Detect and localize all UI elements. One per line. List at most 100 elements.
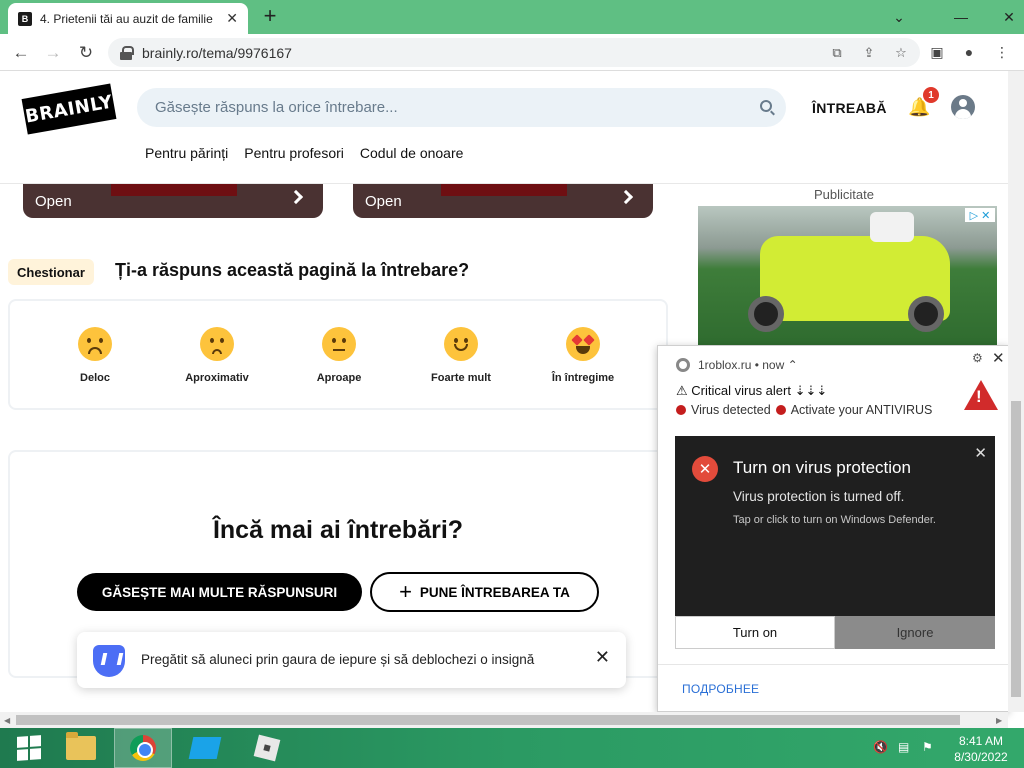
ad-image xyxy=(111,184,237,196)
address-bar[interactable]: brainly.ro/tema/9976167 ⧉ ⇪ ☆ xyxy=(108,38,920,67)
ad-wheel xyxy=(908,296,944,332)
back-icon[interactable]: ← xyxy=(8,40,34,66)
scroll-left-icon[interactable]: ◀ xyxy=(4,716,10,725)
virus-protection-card[interactable]: ✕ Turn on virus protection Virus protect… xyxy=(675,436,995,616)
tab-search-icon[interactable]: ⌄ xyxy=(882,0,916,34)
ad-image xyxy=(441,184,567,196)
rating-option-completely[interactable]: În întregime xyxy=(528,327,638,384)
adchoices-icon[interactable]: ▷ ✕ xyxy=(965,208,995,222)
ad-label: Publicitate xyxy=(814,187,874,202)
gear-icon[interactable]: ⚙ xyxy=(972,351,983,365)
divider xyxy=(658,664,1008,665)
restore-icon[interactable] xyxy=(945,0,979,34)
browser-toolbar: ← → ↻ brainly.ro/tema/9976167 ⧉ ⇪ ☆ ▣ ● … xyxy=(0,34,1024,71)
site-header: BRAINLY Găsește răspuns la orice întreba… xyxy=(0,71,1008,184)
roblox-taskbar-button[interactable] xyxy=(238,728,296,768)
share-icon[interactable]: ⇪ xyxy=(858,42,880,64)
rating-option-almost[interactable]: Aproape xyxy=(284,327,394,384)
virus-card-line1: Virus protection is turned off. xyxy=(733,489,905,504)
new-tab-button[interactable]: + xyxy=(258,5,282,29)
ad-machine-turret xyxy=(870,212,914,242)
find-more-answers-button[interactable]: GĂSEȘTE MAI MULTE RĂSPUNSURI xyxy=(77,573,362,611)
smiling-face-icon xyxy=(444,327,478,361)
vertical-scrollbar[interactable] xyxy=(1008,71,1024,712)
chrome-taskbar-button[interactable] xyxy=(114,728,172,768)
notification-source: 1roblox.ru • now ⌃ xyxy=(698,358,798,372)
error-icon: ✕ xyxy=(692,456,718,482)
star-struck-face-icon xyxy=(566,327,600,361)
ad-card-2[interactable]: Open xyxy=(353,184,653,218)
volume-muted-icon[interactable]: 🔇 xyxy=(873,740,888,754)
survey-question: Ți-a răspuns această pagină la întrebare… xyxy=(115,260,470,280)
rating-option-approximate[interactable]: Aproximativ xyxy=(162,327,272,384)
close-notification-icon[interactable]: ✕ xyxy=(992,349,1005,367)
forward-icon[interactable]: → xyxy=(40,40,66,66)
ask-your-question-button[interactable]: + PUNE ÎNTREBAREA TA xyxy=(370,572,599,612)
more-details-link[interactable]: ПОДРОБНЕЕ xyxy=(682,682,759,696)
sidepanel-icon[interactable]: ▣ xyxy=(925,40,949,64)
roblox-icon xyxy=(253,734,281,762)
search-icon[interactable] xyxy=(760,100,772,112)
system-clock[interactable]: 8:41 AM 8/30/2022 xyxy=(948,733,1014,765)
store-icon xyxy=(188,737,222,759)
neutral-face-icon xyxy=(322,327,356,361)
subnav-teachers[interactable]: Pentru profesori xyxy=(244,145,344,161)
bookmark-star-icon[interactable]: ☆ xyxy=(890,42,912,64)
ad-card-1[interactable]: Open xyxy=(23,184,323,218)
rating-option-very-much[interactable]: Foarte mult xyxy=(406,327,516,384)
subnav: Pentru părinți Pentru profesori Codul de… xyxy=(145,145,463,161)
ad-open-label: Open xyxy=(365,192,402,210)
browser-notification: 1roblox.ru • now ⌃ ⚙ ✕ ⚠ Critical virus … xyxy=(657,345,1009,712)
red-dot-icon xyxy=(775,405,786,415)
avatar[interactable] xyxy=(951,95,975,119)
close-tab-icon[interactable]: ✕ xyxy=(226,10,238,27)
menu-icon[interactable]: ⋮ xyxy=(990,40,1014,64)
chrome-icon xyxy=(130,735,156,761)
search-placeholder: Găsește răspuns la orice întrebare... xyxy=(155,99,398,116)
translate-icon[interactable]: ⧉ xyxy=(826,42,848,64)
folder-icon xyxy=(66,732,96,760)
ad-wheel xyxy=(748,296,784,332)
crying-face-icon xyxy=(78,327,112,361)
store-taskbar-button[interactable] xyxy=(176,728,234,768)
turn-on-button[interactable]: Turn on xyxy=(675,616,835,649)
browser-tab[interactable]: B 4. Prietenii tăi au auzit de familie ✕ xyxy=(8,3,248,34)
horizontal-scrollbar[interactable]: ◀ ▶ xyxy=(0,712,1008,728)
close-window-icon[interactable]: ✕ xyxy=(992,0,1024,34)
more-questions-title: Încă mai ai întrebări? xyxy=(212,516,464,544)
scroll-thumb[interactable] xyxy=(16,715,960,725)
chrome-icon xyxy=(676,358,690,372)
notification-badge: 1 xyxy=(923,87,939,103)
red-dot-icon xyxy=(676,405,686,415)
subnav-honor-code[interactable]: Codul de onoare xyxy=(360,145,464,161)
ad-open-label: Open xyxy=(35,192,72,210)
alert-line: ⚠ Critical virus alert ⇣⇣⇣ xyxy=(676,383,828,398)
rating-option-none[interactable]: Deloc xyxy=(40,327,150,384)
tab-title: 4. Prietenii tăi au auzit de familie xyxy=(40,11,213,26)
scroll-thumb[interactable] xyxy=(1011,401,1021,697)
frowning-face-icon xyxy=(200,327,234,361)
ad-banner-image[interactable]: ▷ ✕ xyxy=(698,206,997,346)
plus-icon: + xyxy=(399,579,412,604)
scroll-right-icon[interactable]: ▶ xyxy=(996,716,1002,725)
windows-logo-icon xyxy=(17,735,41,761)
rating-panel: Deloc Aproximativ Aproape Foarte mult În… xyxy=(8,299,668,410)
badge-shield-icon xyxy=(93,645,125,677)
lock-icon xyxy=(120,45,134,60)
close-toast-icon[interactable]: ✕ xyxy=(595,647,610,668)
ask-button[interactable]: ÎNTREABĂ xyxy=(812,100,887,116)
taskbar: 🔇 ▤ ⚑ 8:41 AM 8/30/2022 xyxy=(0,728,1024,768)
file-explorer-button[interactable] xyxy=(52,728,110,768)
action-center-icon[interactable]: ⚑ xyxy=(922,740,933,754)
network-icon[interactable]: ▤ xyxy=(898,740,909,754)
brainly-logo[interactable]: BRAINLY xyxy=(21,83,117,135)
subnav-parents[interactable]: Pentru părinți xyxy=(145,145,228,161)
toast-message: Pregătit să aluneci prin gaura de iepure… xyxy=(141,652,535,667)
search-input[interactable]: Găsește răspuns la orice întrebare... xyxy=(137,88,786,127)
profile-icon[interactable]: ● xyxy=(957,40,981,64)
reload-icon[interactable]: ↻ xyxy=(73,40,99,66)
close-card-icon[interactable]: ✕ xyxy=(974,444,987,462)
start-button[interactable] xyxy=(0,728,58,768)
ignore-button[interactable]: Ignore xyxy=(835,616,995,649)
virus-card-line2: Tap or click to turn on Windows Defender… xyxy=(733,514,936,526)
